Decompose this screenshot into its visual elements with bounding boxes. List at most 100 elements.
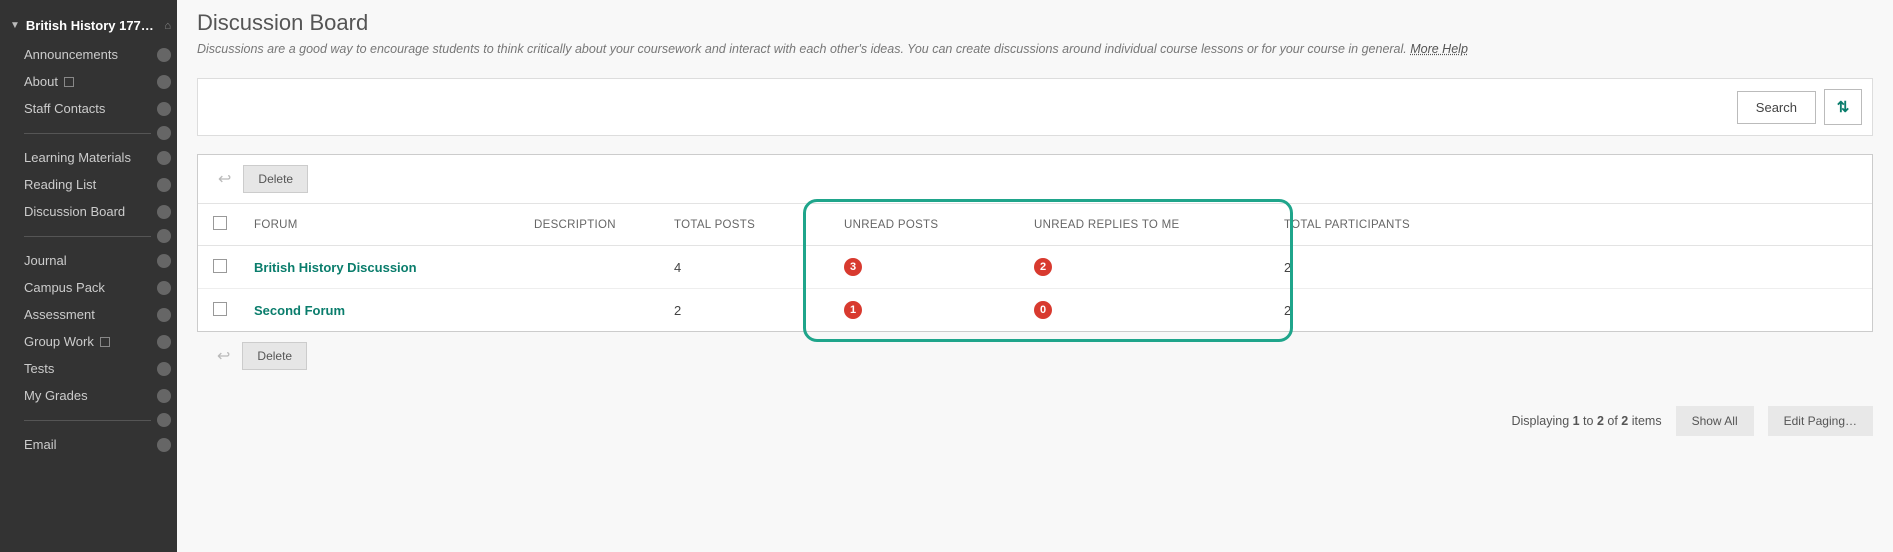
home-icon[interactable]: ⌂ xyxy=(164,20,171,32)
sidebar-item[interactable]: About xyxy=(0,68,177,95)
paging-text: to xyxy=(1580,414,1597,428)
forums-table-container: ↪ Delete FORUM DESCRIPTION TOTAL POSTS U… xyxy=(197,154,1873,332)
edit-paging-button[interactable]: Edit Paging… xyxy=(1768,406,1873,436)
cell-total-participants: 2 xyxy=(1272,289,1872,332)
chevron-circle-icon[interactable] xyxy=(157,75,171,89)
page-description-text: Discussions are a good way to encourage … xyxy=(197,42,1410,56)
col-header-unread-posts[interactable]: UNREAD POSTS xyxy=(832,204,1022,246)
chevron-circle-icon[interactable] xyxy=(157,389,171,403)
chevron-down-icon: ▼ xyxy=(10,20,20,31)
square-icon xyxy=(64,77,74,87)
sidebar-item[interactable]: Staff Contacts xyxy=(0,95,177,122)
sidebar-item-label: Tests xyxy=(24,361,54,376)
forums-table: FORUM DESCRIPTION TOTAL POSTS UNREAD POS… xyxy=(198,203,1872,331)
chevron-circle-icon[interactable] xyxy=(157,413,171,427)
chevron-circle-icon[interactable] xyxy=(157,48,171,62)
paging-text: items xyxy=(1628,414,1661,428)
cell-total-posts: 2 xyxy=(662,289,832,332)
sidebar-item[interactable]: Campus Pack xyxy=(0,274,177,301)
cell-total-participants: 2 xyxy=(1272,246,1872,289)
chevron-circle-icon[interactable] xyxy=(157,438,171,452)
cell-description xyxy=(522,246,662,289)
action-bar: Search ⇅ xyxy=(197,78,1873,136)
sidebar-divider xyxy=(0,409,177,431)
sidebar-item-label: Learning Materials xyxy=(24,150,131,165)
sidebar-item-label: Assessment xyxy=(24,307,95,322)
sidebar-item[interactable]: Email xyxy=(0,431,177,458)
paging-text: Displaying xyxy=(1511,414,1572,428)
sidebar-item[interactable]: Announcements xyxy=(0,41,177,68)
paging-from: 1 xyxy=(1573,414,1580,428)
sidebar-item[interactable]: Reading List xyxy=(0,171,177,198)
sidebar-item-label: Announcements xyxy=(24,47,118,62)
chevron-circle-icon[interactable] xyxy=(157,254,171,268)
show-all-button[interactable]: Show All xyxy=(1676,406,1754,436)
sidebar-item-label: Staff Contacts xyxy=(24,101,105,116)
main-content: Discussion Board Discussions are a good … xyxy=(177,0,1893,552)
sidebar-item[interactable]: Assessment xyxy=(0,301,177,328)
chevron-circle-icon[interactable] xyxy=(157,335,171,349)
col-header-description[interactable]: DESCRIPTION xyxy=(522,204,662,246)
chevron-circle-icon[interactable] xyxy=(157,102,171,116)
table-row: British History Discussion 43 2 2 xyxy=(198,246,1872,289)
course-title: British History 1774 - 190 xyxy=(26,18,160,33)
chevron-circle-icon[interactable] xyxy=(157,205,171,219)
col-header-checkbox xyxy=(198,204,242,246)
sidebar-item-label: My Grades xyxy=(24,388,88,403)
bulk-arrow-icon: ↪ xyxy=(218,169,231,189)
unread-replies-badge[interactable]: 0 xyxy=(1034,301,1052,319)
row-checkbox[interactable] xyxy=(213,259,227,273)
chevron-circle-icon[interactable] xyxy=(157,126,171,140)
delete-button-top[interactable]: Delete xyxy=(243,165,308,193)
unread-posts-badge[interactable]: 1 xyxy=(844,301,862,319)
search-button[interactable]: Search xyxy=(1737,91,1816,124)
col-header-total-posts[interactable]: TOTAL POSTS xyxy=(662,204,832,246)
swap-icon: ⇅ xyxy=(1837,98,1850,116)
col-header-total-participants[interactable]: TOTAL PARTICIPANTS xyxy=(1272,204,1872,246)
col-header-unread-replies[interactable]: UNREAD REPLIES TO ME xyxy=(1022,204,1272,246)
sidebar-divider xyxy=(0,225,177,247)
table-row: Second Forum2102 xyxy=(198,289,1872,332)
chevron-circle-icon[interactable] xyxy=(157,308,171,322)
course-header[interactable]: ▼ British History 1774 - 190 ⌂ xyxy=(0,18,177,33)
sidebar-item[interactable]: Discussion Board xyxy=(0,198,177,225)
paging-to: 2 xyxy=(1597,414,1604,428)
paging-display: Displaying 1 to 2 of 2 items xyxy=(1511,414,1661,428)
row-checkbox[interactable] xyxy=(213,302,227,316)
chevron-circle-icon[interactable] xyxy=(157,151,171,165)
bulk-arrow-icon: ↪ xyxy=(217,346,230,366)
sidebar-item[interactable]: Learning Materials xyxy=(0,144,177,171)
sidebar-item-label: Discussion Board xyxy=(24,204,125,219)
cell-total-posts: 4 xyxy=(662,246,832,289)
col-header-forum[interactable]: FORUM xyxy=(242,204,522,246)
sidebar-item-label: Group Work xyxy=(24,334,110,349)
sidebar-item-label: Reading List xyxy=(24,177,96,192)
chevron-circle-icon[interactable] xyxy=(157,281,171,295)
page-title: Discussion Board xyxy=(197,10,1873,36)
sidebar-divider xyxy=(0,122,177,144)
sidebar-item[interactable]: My Grades xyxy=(0,382,177,409)
square-icon xyxy=(100,337,110,347)
bulk-actions-top: ↪ Delete xyxy=(198,155,1872,203)
sidebar-item[interactable]: Group Work xyxy=(0,328,177,355)
chevron-circle-icon[interactable] xyxy=(157,362,171,376)
sort-toggle-button[interactable]: ⇅ xyxy=(1824,89,1862,125)
course-sidebar: ▼ British History 1774 - 190 ⌂ Announcem… xyxy=(0,0,177,552)
sidebar-item[interactable]: Journal xyxy=(0,247,177,274)
more-help-link[interactable]: More Help xyxy=(1410,42,1468,56)
unread-replies-badge[interactable]: 2 xyxy=(1034,258,1052,276)
sidebar-item-label: Journal xyxy=(24,253,67,268)
page-description: Discussions are a good way to encourage … xyxy=(197,42,1873,56)
delete-button-bottom[interactable]: Delete xyxy=(242,342,307,370)
sidebar-item[interactable]: Tests xyxy=(0,355,177,382)
forum-link[interactable]: Second Forum xyxy=(254,303,345,318)
cell-description xyxy=(522,289,662,332)
chevron-circle-icon[interactable] xyxy=(157,229,171,243)
sidebar-item-label: About xyxy=(24,74,74,89)
chevron-circle-icon[interactable] xyxy=(157,178,171,192)
forum-link[interactable]: British History Discussion xyxy=(254,260,417,275)
sidebar-item-label: Campus Pack xyxy=(24,280,105,295)
select-all-checkbox[interactable] xyxy=(213,216,227,230)
unread-posts-badge[interactable]: 3 xyxy=(844,258,862,276)
paging-text: of xyxy=(1604,414,1621,428)
